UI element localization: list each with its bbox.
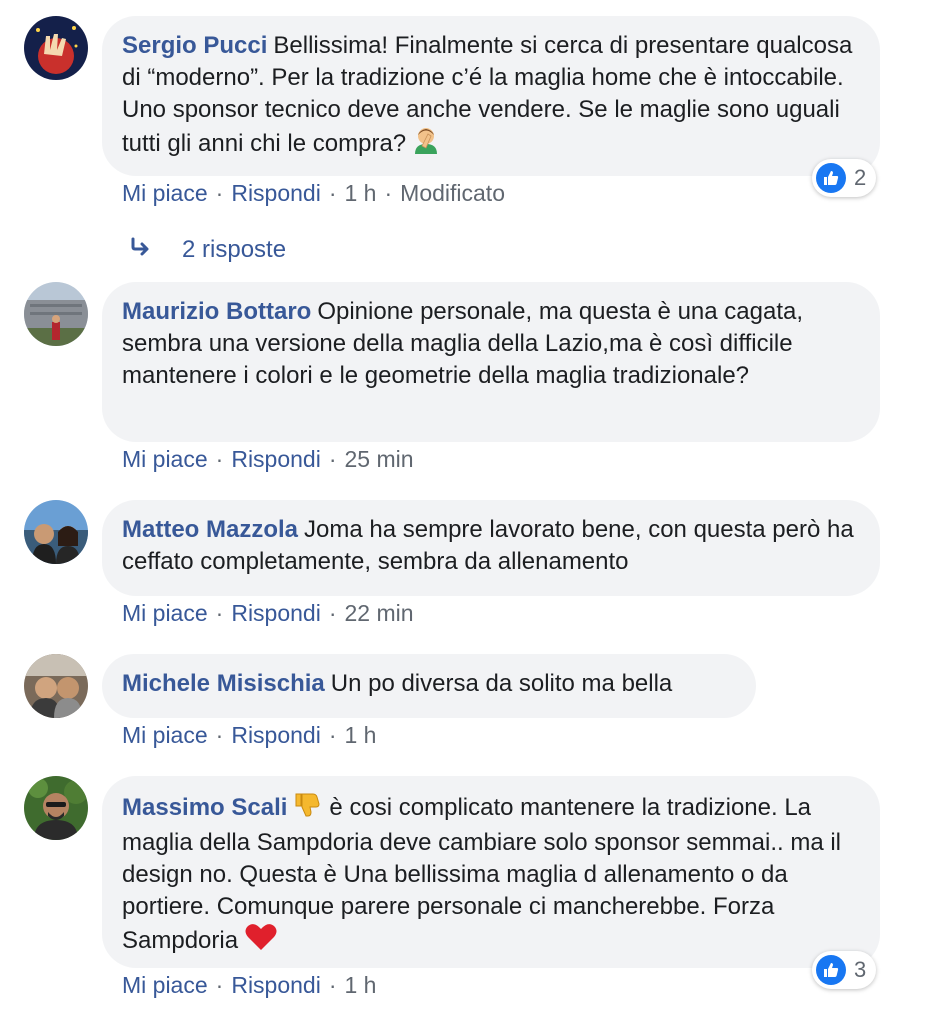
comment-actions: Mi piace · Rispondi · 25 min (122, 446, 414, 473)
reply-link[interactable]: Rispondi (231, 600, 321, 626)
separator-dot: · (215, 600, 224, 626)
reply-arrow-icon (130, 236, 160, 264)
timestamp[interactable]: 22 min (345, 600, 414, 626)
avatar[interactable] (24, 776, 88, 840)
like-link[interactable]: Mi piace (122, 600, 208, 626)
timestamp[interactable]: 1 h (345, 972, 377, 998)
reaction-count: 3 (854, 957, 867, 982)
separator-dot: · (328, 972, 337, 998)
edited-label[interactable]: Modificato (400, 180, 505, 206)
separator-dot: · (384, 180, 393, 206)
comment-author[interactable]: Matteo Mazzola (122, 516, 298, 543)
like-link[interactable]: Mi piace (122, 972, 208, 998)
comment-actions: Mi piace · Rispondi · 1 h (122, 972, 376, 999)
separator-dot: · (328, 600, 337, 626)
reaction-badge[interactable]: 3 (812, 951, 877, 989)
separator-dot: · (215, 972, 224, 998)
comment-bubble: Maurizio Bottaro Opinione personale, ma q… (102, 282, 880, 442)
red-heart-emoji (245, 923, 277, 960)
avatar[interactable] (24, 654, 88, 718)
comment-actions: Mi piace · Rispondi · 1 h · Modificato (122, 180, 505, 207)
view-replies-link[interactable]: 2 risposte (130, 236, 286, 264)
reaction-count: 2 (854, 165, 867, 190)
separator-dot: · (328, 180, 337, 206)
like-link[interactable]: Mi piace (122, 722, 208, 748)
comment-bubble: Michele Misischia Un po diversa da solito… (102, 654, 756, 718)
timestamp[interactable]: 1 h (345, 180, 377, 206)
comment-text: Un po diversa da solito ma bella (330, 670, 673, 697)
reply-link[interactable]: Rispondi (231, 972, 321, 998)
avatar[interactable] (24, 500, 88, 564)
replies-count-label[interactable]: 2 risposte (182, 236, 286, 264)
comment-author[interactable]: Maurizio Bottaro (122, 298, 311, 325)
separator-dot: · (215, 180, 224, 206)
reply-link[interactable]: Rispondi (231, 722, 321, 748)
reaction-badge[interactable]: 2 (812, 159, 877, 197)
avatar[interactable] (24, 16, 88, 80)
avatar[interactable] (24, 282, 88, 346)
facepalm-emoji (413, 126, 439, 163)
comment-author[interactable]: Sergio Pucci (122, 32, 267, 59)
reply-link[interactable]: Rispondi (231, 446, 321, 472)
separator-dot: · (328, 722, 337, 748)
comment-actions: Mi piace · Rispondi · 22 min (122, 600, 414, 627)
reply-link[interactable]: Rispondi (231, 180, 321, 206)
comment-bubble: Sergio Pucci Bellissima! Finalmente si ce… (102, 16, 880, 176)
like-reaction-icon (816, 163, 846, 193)
separator-dot: · (215, 446, 224, 472)
timestamp[interactable]: 1 h (345, 722, 377, 748)
comment-author[interactable]: Michele Misischia (122, 670, 325, 697)
thumbs-down-emoji (293, 790, 321, 827)
comment-author[interactable]: Massimo Scali (122, 794, 287, 821)
comment-actions: Mi piace · Rispondi · 1 h (122, 722, 376, 749)
timestamp[interactable]: 25 min (345, 446, 414, 472)
separator-dot: · (215, 722, 224, 748)
comment-bubble: Massimo Scali è cosi complicato mantener… (102, 776, 880, 968)
like-reaction-icon (816, 955, 846, 985)
like-link[interactable]: Mi piace (122, 446, 208, 472)
like-link[interactable]: Mi piace (122, 180, 208, 206)
separator-dot: · (328, 446, 337, 472)
comment-bubble: Matteo Mazzola Joma ha sempre lavorato be… (102, 500, 880, 596)
